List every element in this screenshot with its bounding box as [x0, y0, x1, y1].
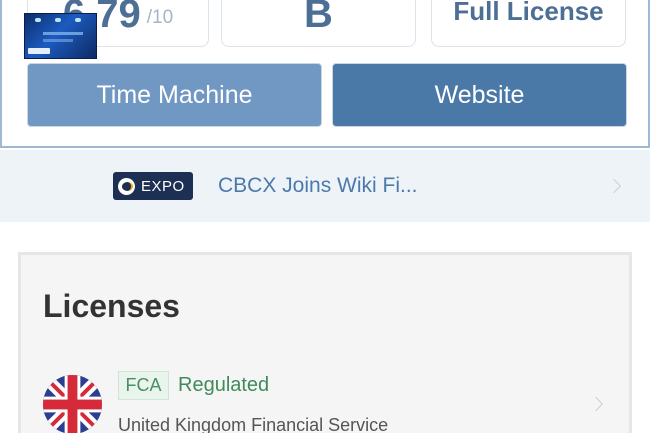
website-button[interactable]: Website: [332, 63, 627, 127]
license-authority: United Kingdom Financial Service: [118, 415, 389, 433]
license-type-value: Full License: [453, 0, 604, 26]
thumbnail-light-icon: [35, 18, 41, 22]
news-thumbnail[interactable]: [24, 13, 97, 59]
grade-box: B: [221, 0, 416, 47]
expo-logo-icon: [118, 177, 135, 195]
time-machine-button[interactable]: Time Machine: [27, 63, 322, 127]
thumbnail-decoration: [43, 39, 73, 42]
license-status: Regulated: [178, 374, 270, 396]
license-type-box: Full License: [431, 0, 626, 47]
news-headline[interactable]: CBCX Joins Wiki Fi...: [218, 172, 418, 200]
grade-value: B: [304, 0, 333, 36]
score-suffix: /10: [146, 7, 174, 28]
expo-badge: EXPO: [113, 172, 193, 200]
licenses-section: [18, 252, 632, 433]
broker-summary-card: 6.79 /10 B Full License Time Machine Web…: [0, 0, 650, 148]
thumbnail-decoration: [43, 32, 83, 35]
uk-flag-icon: [43, 375, 102, 433]
expo-badge-label: EXPO: [141, 177, 185, 195]
regulator-tag: FCA: [118, 371, 169, 400]
thumbnail-light-icon: [55, 18, 61, 22]
thumbnail-logo: [28, 48, 50, 54]
broker-detail-page: 6.79 /10 B Full License Time Machine Web…: [0, 0, 650, 433]
thumbnail-light-icon: [75, 18, 81, 22]
licenses-heading: Licenses: [43, 288, 180, 324]
